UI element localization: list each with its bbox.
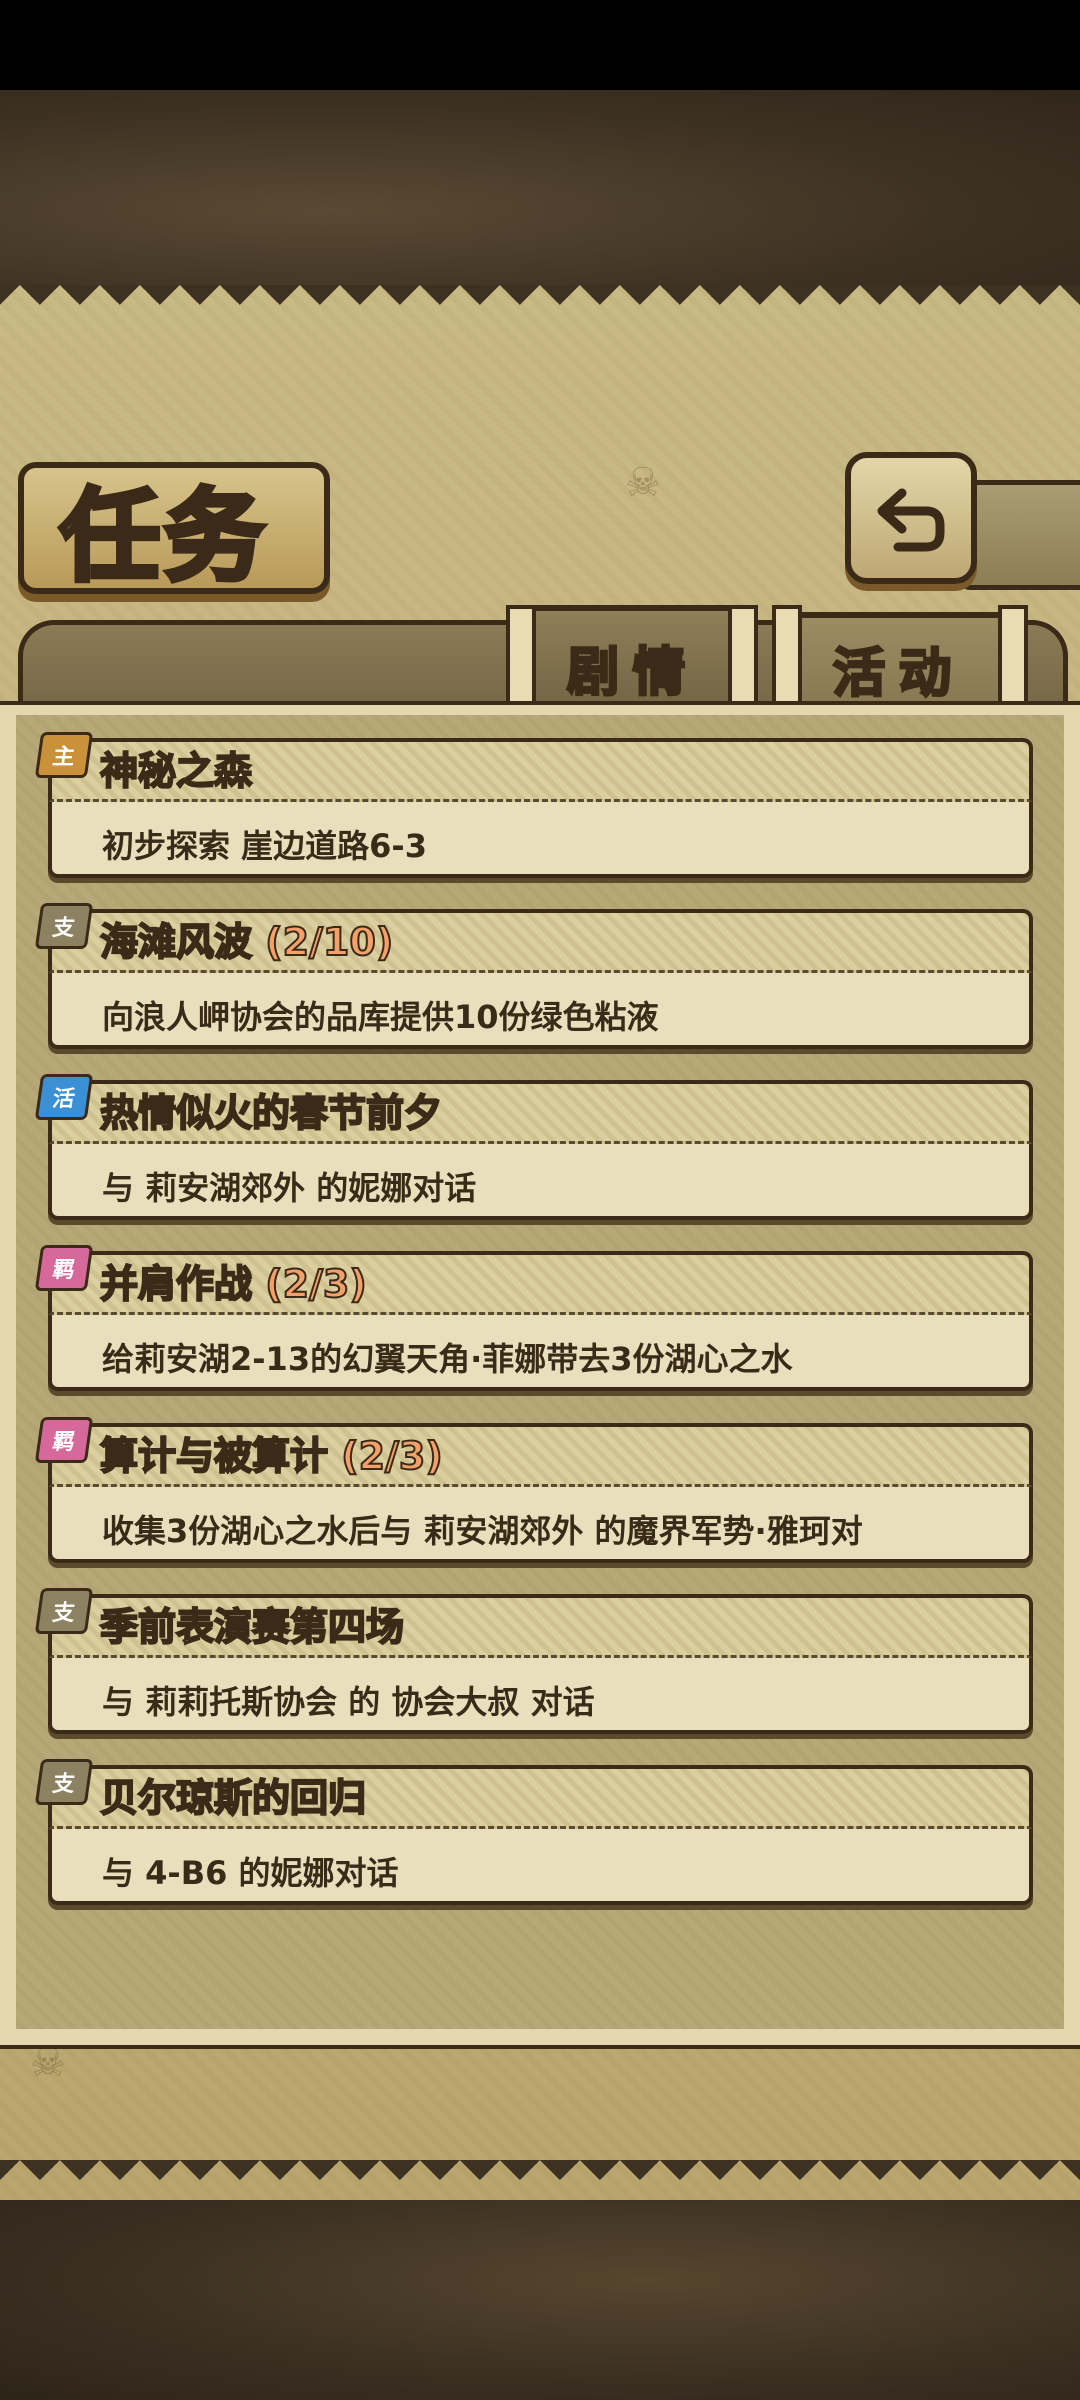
quest-type-side-icon: 支 [34, 1588, 94, 1634]
quest-item[interactable]: 活 热情似火的春节前夕 与 莉安湖郊外 的妮娜对话 [34, 1074, 1033, 1220]
quest-item[interactable]: 羁 算计与被算计 (2/3) 收集3份湖心之水后与 莉安湖郊外 的魔界军势·雅珂… [34, 1417, 1033, 1563]
quest-type-side-icon: 支 [34, 903, 94, 949]
skull-icon: ☠ [625, 460, 661, 506]
quest-progress: (2/3) [264, 1261, 367, 1307]
quest-type-main-icon: 主 [34, 732, 94, 778]
quest-description: 给莉安湖2-13的幻翼天角·菲娜带去3份湖心之水 [102, 1340, 793, 1378]
background-map-bottom [0, 2200, 1080, 2400]
quest-title: 海滩风波 (2/10) [99, 919, 394, 965]
quest-type-bond-icon: 羁 [34, 1417, 94, 1463]
quest-title: 热情似火的春节前夕 [99, 1090, 443, 1136]
quest-item[interactable]: 主 神秘之森 初步探索 崖边道路6-3 [34, 732, 1033, 878]
quest-description: 与 4-B6 的妮娜对话 [102, 1854, 399, 1892]
quest-description: 与 莉安湖郊外 的妮娜对话 [102, 1169, 477, 1207]
quest-title: 并肩作战 (2/3) [99, 1261, 368, 1307]
quest-description: 收集3份湖心之水后与 莉安湖郊外 的魔界军势·雅珂对 [102, 1512, 863, 1550]
status-bar [0, 0, 1080, 90]
tab-post [998, 605, 1028, 718]
page-title: 任务 [58, 476, 268, 598]
quest-title: 算计与被算计 (2/3) [99, 1433, 444, 1479]
tab-post [772, 605, 802, 718]
quest-type-side-icon: 支 [34, 1759, 94, 1805]
quest-item[interactable]: 羁 并肩作战 (2/3) 给莉安湖2-13的幻翼天角·菲娜带去3份湖心之水 [34, 1245, 1033, 1391]
quest-item[interactable]: 支 贝尔琼斯的回归 与 4-B6 的妮娜对话 [34, 1759, 1033, 1905]
quest-item[interactable]: 支 季前表演赛第四场 与 莉莉托斯协会 的 协会大叔 对话 [34, 1588, 1033, 1734]
quest-title: 贝尔琼斯的回归 [99, 1775, 367, 1821]
back-plate [960, 480, 1080, 590]
quest-title: 神秘之森 [99, 748, 253, 794]
torn-edge-bottom [0, 2160, 1080, 2200]
background-map-top [0, 90, 1080, 290]
quest-type-bond-icon: 羁 [34, 1245, 94, 1291]
quest-item[interactable]: 支 海滩风波 (2/10) 向浪人岬协会的品库提供10份绿色粘液 [34, 903, 1033, 1049]
quest-title: 季前表演赛第四场 [99, 1604, 405, 1650]
quest-description: 与 莉莉托斯协会 的 协会大叔 对话 [102, 1683, 595, 1721]
quest-type-event-icon: 活 [34, 1074, 94, 1120]
quest-progress: (2/10) [264, 919, 394, 965]
quest-progress: (2/3) [340, 1433, 443, 1479]
return-arrow-icon [877, 488, 945, 552]
quest-description: 初步探索 崖边道路6-3 [102, 827, 427, 865]
quest-description: 向浪人岬协会的品库提供10份绿色粘液 [102, 998, 659, 1036]
back-button[interactable] [845, 452, 977, 584]
torn-edge-top [0, 285, 1080, 325]
tab-events[interactable]: 活动 [778, 612, 1020, 718]
